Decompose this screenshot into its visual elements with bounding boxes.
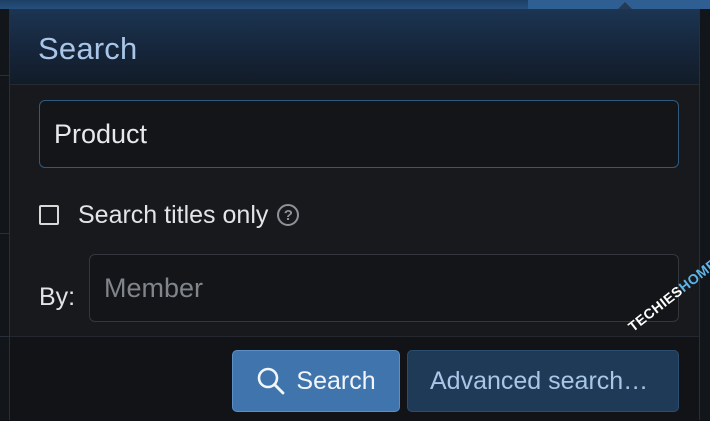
- search-input[interactable]: Product: [39, 100, 679, 168]
- member-input[interactable]: Member: [89, 254, 679, 322]
- popup-header: Search: [10, 9, 699, 85]
- titles-only-checkbox[interactable]: [39, 205, 59, 225]
- divider: [0, 75, 9, 76]
- divider: [0, 336, 9, 337]
- page-background-right: [700, 9, 710, 420]
- search-button[interactable]: Search: [232, 350, 400, 412]
- popup-title: Search: [38, 31, 138, 66]
- question-circle-icon[interactable]: ?: [277, 204, 300, 226]
- titles-only-label[interactable]: Search titles only: [78, 201, 268, 230]
- member-label: By:: [39, 283, 76, 311]
- page-background-left: [0, 9, 9, 420]
- search-icon: [256, 366, 286, 396]
- advanced-search-button[interactable]: Advanced search…: [407, 350, 679, 412]
- titles-only-option[interactable]: Search titles only ?: [39, 199, 300, 231]
- page-header-bar: [0, 0, 710, 9]
- search-button-label: Search: [296, 366, 376, 395]
- popup-footer: Search Advanced search…: [10, 336, 699, 421]
- search-popup: Search Product Search titles only ? By: …: [9, 2, 700, 421]
- divider: [0, 233, 9, 234]
